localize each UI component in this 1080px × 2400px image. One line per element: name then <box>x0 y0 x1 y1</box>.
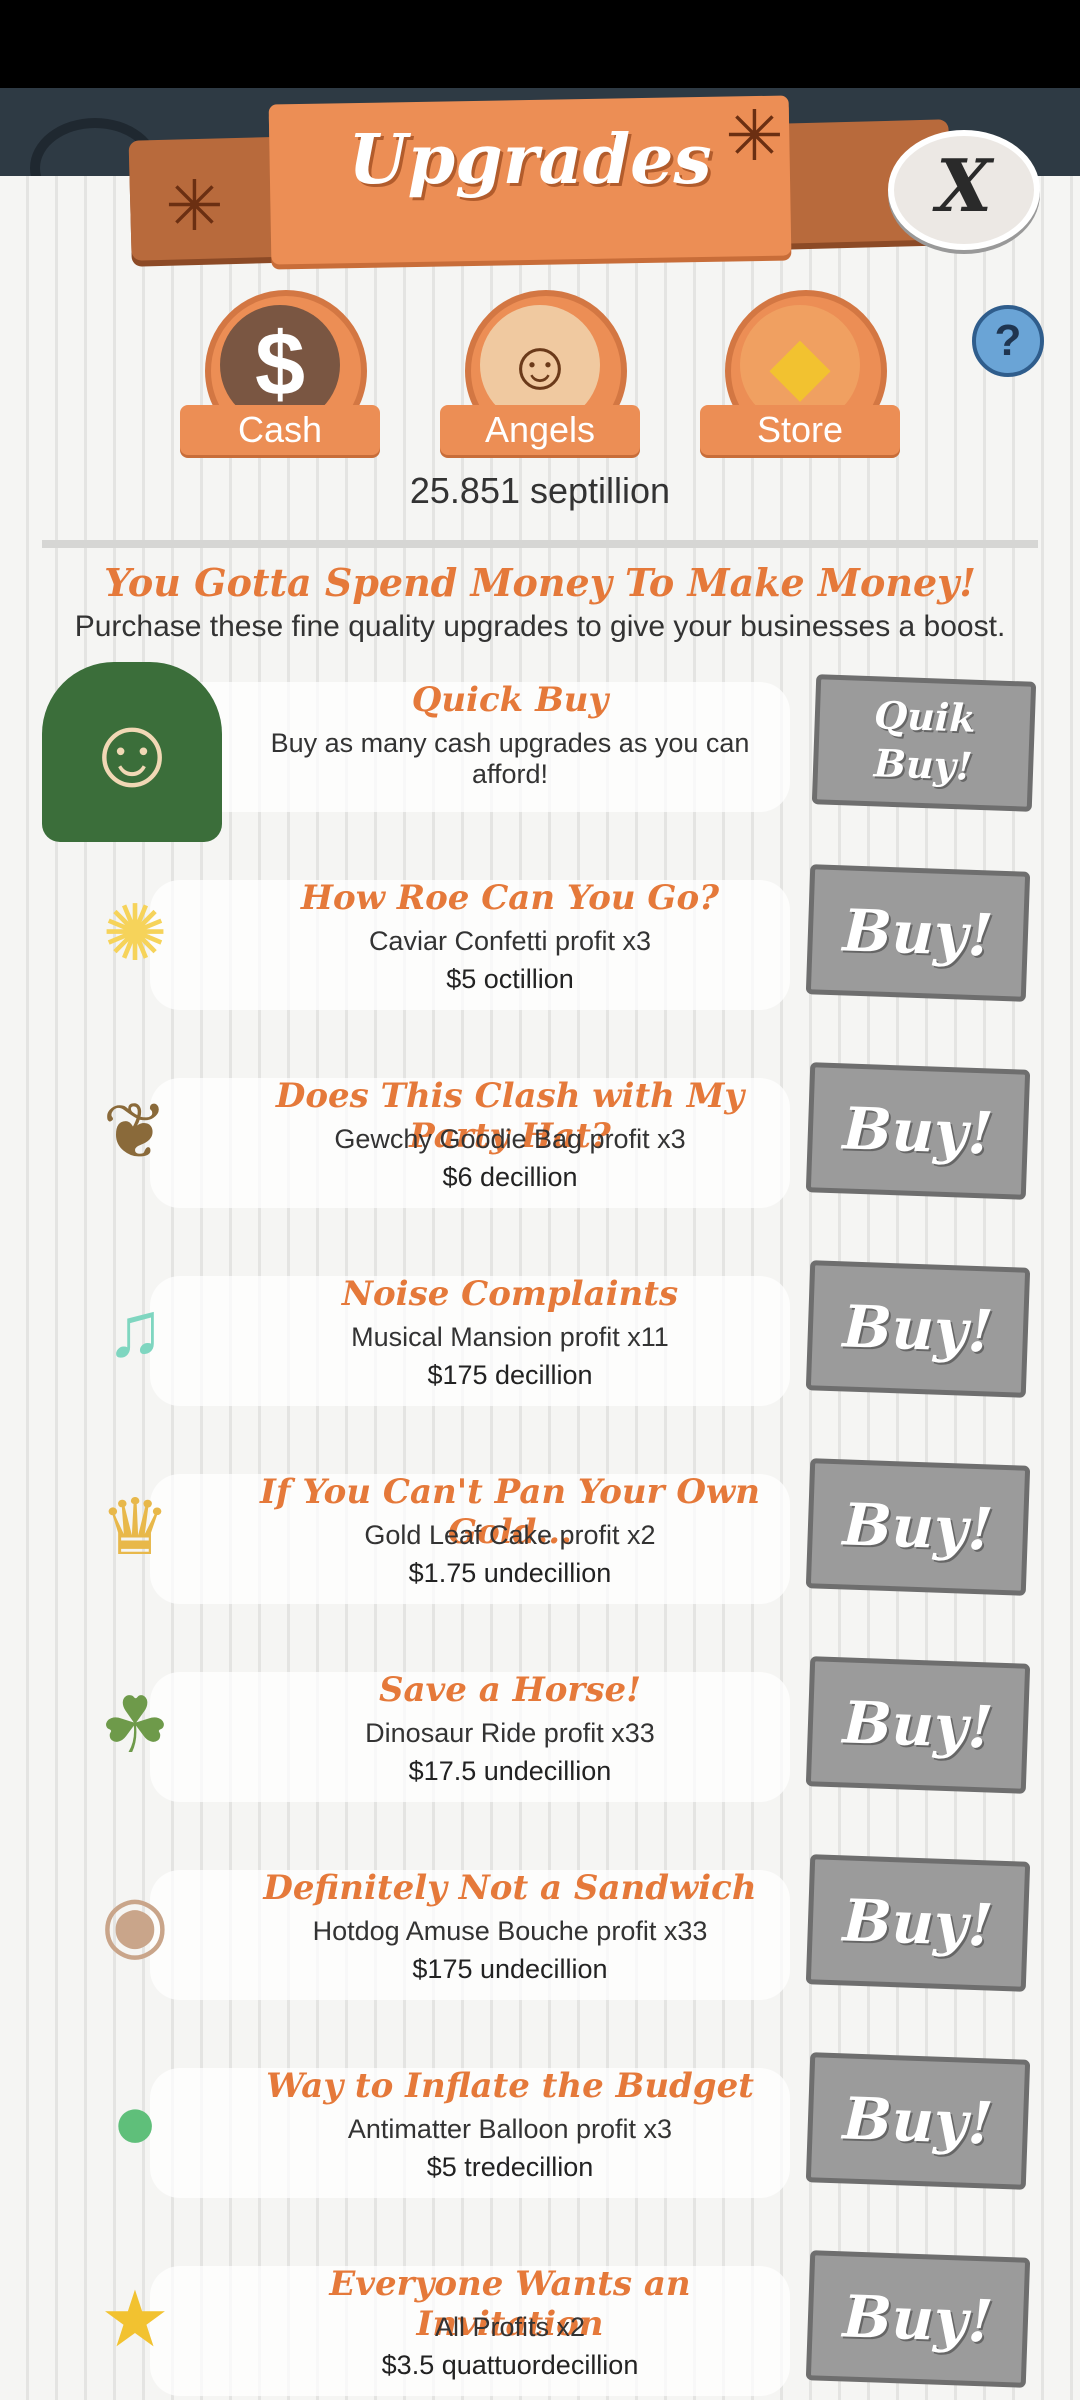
upgrade-price: $5 octillion <box>446 964 574 994</box>
upgrade-price: $175 undecillion <box>412 1954 608 1984</box>
buy-button[interactable]: Buy! <box>805 1260 1031 1398</box>
upgrade-title: Save a Horse! <box>378 1670 642 1710</box>
quick-buy-label-line1: Quik <box>873 692 977 741</box>
status-bar <box>0 0 1080 88</box>
page-title: Upgrades <box>348 120 712 200</box>
upgrade-price: $3.5 quattuordecillion <box>381 2350 639 2380</box>
divider <box>42 540 1038 548</box>
upgrade-row: ♛ If You Can't Pan Your Own Gold... Gold L… <box>0 1454 1080 1604</box>
confetti-icon: ✺ <box>102 889 168 977</box>
tab-label: Store <box>700 405 900 455</box>
upgrade-title: Noise Complaints <box>341 1274 679 1314</box>
upgrade-title: Way to Inflate the Budget <box>266 2066 754 2106</box>
cake-icon: ♛ <box>100 1483 170 1571</box>
tab-label: Cash <box>180 405 380 455</box>
balloon-icon: ● <box>111 2077 159 2165</box>
upgrade-description: Musical Mansion profit x11 <box>351 1322 669 1352</box>
upgrade-row: ◉ Definitely Not a Sandwich Hotdog Amuse B… <box>0 1850 1080 2000</box>
upgrade-row: ♫ Noise Complaints Musical Mansion profit … <box>0 1256 1080 1406</box>
upgrade-description: Buy as many cash upgrades as you can aff… <box>270 728 750 789</box>
goodie-bag-icon: ❦ <box>102 1087 168 1175</box>
upgrade-row: ● Way to Inflate the Budget Antimatter Bal… <box>0 2048 1080 2198</box>
section-headline: You Gotta Spend Money To Make Money! <box>104 560 976 605</box>
tab-cash[interactable]: $ Cash <box>180 290 380 455</box>
buy-button[interactable]: Buy! <box>805 2250 1031 2388</box>
cash-amount: 25.851 septillion <box>409 470 671 511</box>
tab-angels[interactable]: ☺ Angels <box>440 290 640 455</box>
upgrade-description: Caviar Confetti profit x3 <box>368 926 652 956</box>
mascot-icon: ☺ <box>42 662 222 842</box>
hotdog-icon: ◉ <box>100 1879 170 1967</box>
upgrade-title: How Roe Can You Go? <box>300 878 720 918</box>
upgrade-title: Definitely Not a Sandwich <box>263 1868 757 1908</box>
upgrade-description: Gewchy Goodie Bag profit x3 <box>334 1124 686 1154</box>
buy-button[interactable]: Buy! <box>805 1062 1031 1200</box>
buy-button[interactable]: Buy! <box>805 1656 1031 1794</box>
tab-store[interactable]: ◆ Store <box>700 290 900 455</box>
upgrade-row: ☘ Save a Horse! Dinosaur Ride profit x33 $1… <box>0 1652 1080 1802</box>
dinosaur-icon: ☘ <box>100 1681 170 1769</box>
buy-button[interactable]: Buy! <box>805 1854 1031 1992</box>
upgrade-description: Antimatter Balloon profit x3 <box>347 2114 673 2144</box>
upgrade-price: $1.75 undecillion <box>408 1558 612 1588</box>
upgrade-description: All Profits x2 <box>434 2312 586 2342</box>
close-button[interactable]: X <box>888 130 1040 250</box>
quick-buy-row: ☺ Quick Buy Buy as many cash upgrades as… <box>0 662 1080 842</box>
buy-button[interactable]: Buy! <box>805 2052 1031 2190</box>
upgrade-row: ★ Everyone Wants an Invitation All Profits… <box>0 2246 1080 2396</box>
buy-button[interactable]: Buy! <box>805 1458 1031 1596</box>
mansion-icon: ♫ <box>105 1285 165 1373</box>
section-subline: Purchase these fine quality upgrades to … <box>74 610 1006 643</box>
upgrade-price: $6 decillion <box>442 1162 578 1192</box>
buy-button[interactable]: Buy! <box>805 864 1031 1002</box>
starburst-icon: ✳ <box>165 167 224 245</box>
upgrade-description: Dinosaur Ride profit x33 <box>365 1718 655 1748</box>
upgrade-price: $175 decillion <box>427 1360 593 1390</box>
quick-buy-button[interactable]: Quik Buy! <box>811 674 1037 812</box>
upgrade-row: ❦ Does This Clash with My Party Hat? Gewch… <box>0 1058 1080 1208</box>
help-button[interactable]: ? <box>972 305 1044 377</box>
tab-label: Angels <box>440 405 640 455</box>
upgrade-price: $17.5 undecillion <box>408 1756 612 1786</box>
upgrade-row: ✺ How Roe Can You Go? Caviar Confetti prof… <box>0 860 1080 1010</box>
upgrade-description: Hotdog Amuse Bouche profit x33 <box>312 1916 708 1946</box>
top-hat-icon: ★ <box>100 2275 170 2363</box>
upgrade-description: Gold Leaf Cake profit x2 <box>364 1520 656 1550</box>
upgrade-price: $5 tredecillion <box>426 2152 594 2182</box>
upgrade-title: Quick Buy <box>411 680 609 720</box>
quick-buy-label-line2: Buy! <box>873 740 974 789</box>
